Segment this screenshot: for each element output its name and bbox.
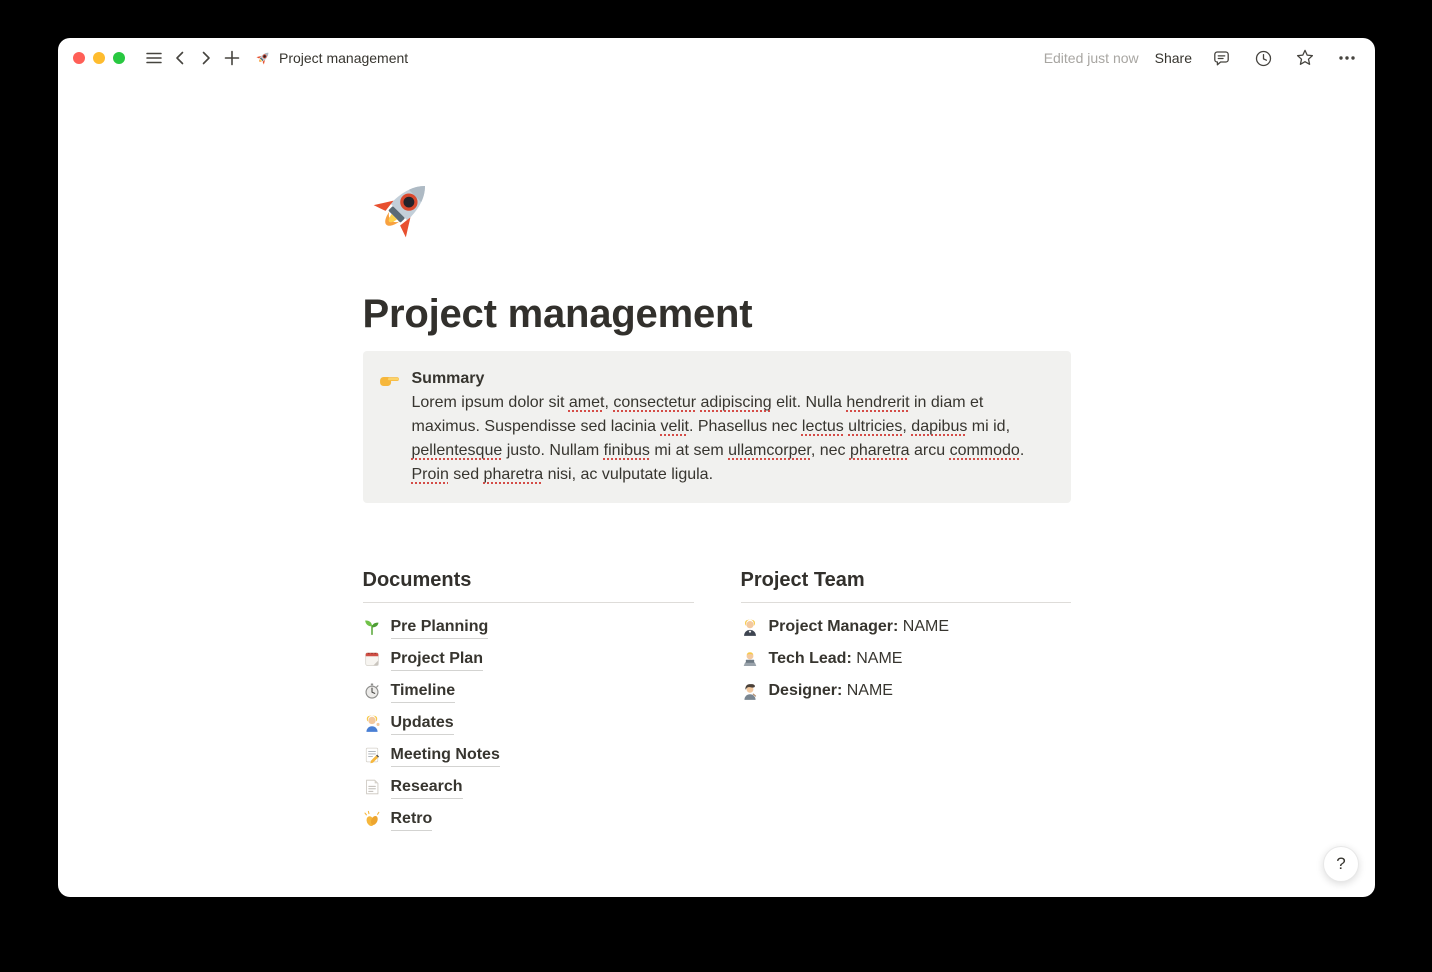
new-page-button[interactable]	[219, 45, 245, 71]
document-link[interactable]: Project Plan	[363, 643, 694, 675]
team-member-name: NAME	[903, 618, 949, 635]
page-content: Project management Summary Lorem ipsum d…	[363, 78, 1071, 835]
document-link-label: Retro	[391, 808, 433, 831]
team-member-row: Designer: NAME	[741, 675, 1071, 707]
misspelled-word: pellentesque	[412, 442, 503, 459]
chevron-left-icon	[171, 49, 189, 67]
clapping-hands-icon	[363, 810, 382, 828]
titlebar: Project management Edited just now Share	[58, 38, 1375, 78]
two-column-section: Documents Pre Planning Project Plan Time…	[363, 567, 1071, 835]
page-title[interactable]: Project management	[363, 292, 1071, 337]
chevron-right-icon	[197, 49, 215, 67]
woman-tipping-hand-icon	[363, 714, 382, 732]
share-button[interactable]: Share	[1155, 50, 1192, 66]
plus-icon	[223, 49, 241, 67]
team-member-role: Tech Lead:	[769, 650, 852, 667]
forward-button[interactable]	[193, 45, 219, 71]
memo-icon	[363, 746, 382, 764]
divider	[363, 602, 694, 603]
misspelled-word: ultricies	[848, 418, 902, 435]
document-link[interactable]: Pre Planning	[363, 611, 694, 643]
misspelled-word: pharetra	[484, 466, 544, 483]
hamburger-menu-icon	[145, 49, 163, 67]
document-link-label: Research	[391, 776, 463, 799]
team-member-text: Tech Lead: NAME	[769, 650, 903, 668]
misspelled-word: ullamcorper	[728, 442, 811, 459]
man-technologist-icon	[741, 650, 760, 668]
history-clock-icon	[1254, 49, 1273, 68]
misspelled-word: amet	[569, 394, 605, 411]
summary-callout[interactable]: Summary Lorem ipsum dolor sit amet, cons…	[363, 351, 1071, 503]
summary-heading: Summary	[412, 367, 1055, 391]
team-member-text: Designer: NAME	[769, 682, 893, 700]
documents-list: Pre Planning Project Plan Timeline Updat…	[363, 611, 694, 835]
misspelled-word: commodo	[950, 442, 1020, 459]
edited-status: Edited just now	[1044, 50, 1139, 66]
minimize-window-button[interactable]	[93, 52, 105, 64]
breadcrumb-page-title: Project management	[279, 50, 408, 66]
misspelled-word: Proin	[412, 466, 449, 483]
callout-body: Summary Lorem ipsum dolor sit amet, cons…	[412, 367, 1055, 487]
spiral-calendar-icon	[363, 650, 382, 668]
documents-heading: Documents	[363, 567, 694, 593]
comment-icon	[1212, 49, 1231, 68]
sidebar-toggle-button[interactable]	[141, 45, 167, 71]
team-member-text: Project Manager: NAME	[769, 618, 950, 636]
page-history-button[interactable]	[1250, 45, 1276, 71]
misspelled-word: dapibus	[911, 418, 967, 435]
help-button[interactable]: ?	[1323, 846, 1359, 882]
misspelled-word: consectetur	[613, 394, 696, 411]
document-link-label: Pre Planning	[391, 616, 489, 639]
close-window-button[interactable]	[73, 52, 85, 64]
titlebar-actions: Edited just now Share	[1044, 45, 1360, 71]
man-artist-icon	[741, 682, 760, 700]
app-window: Project management Edited just now Share	[58, 38, 1375, 897]
document-link[interactable]: Updates	[363, 707, 694, 739]
back-button[interactable]	[167, 45, 193, 71]
team-member-role: Designer:	[769, 682, 843, 699]
document-link[interactable]: Timeline	[363, 675, 694, 707]
breadcrumb[interactable]: Project management	[253, 49, 408, 67]
document-link[interactable]: Meeting Notes	[363, 739, 694, 771]
team-column: Project Team Project Manager: NAME Tech …	[741, 567, 1071, 835]
misspelled-word: adipiscing	[701, 394, 772, 411]
rocket-icon[interactable]	[363, 170, 441, 248]
misspelled-word: lectus	[802, 418, 844, 435]
traffic-lights	[73, 52, 125, 64]
divider	[741, 602, 1071, 603]
woman-office-worker-icon	[741, 618, 760, 636]
rocket-icon	[253, 49, 272, 67]
ellipsis-icon	[1337, 48, 1357, 68]
document-link-label: Project Plan	[391, 648, 483, 671]
stopwatch-icon	[363, 682, 382, 700]
bookmark-tabs-icon	[363, 778, 382, 796]
page-scroll-area: Project management Summary Lorem ipsum d…	[58, 78, 1375, 897]
document-link[interactable]: Research	[363, 771, 694, 803]
zoom-window-button[interactable]	[113, 52, 125, 64]
document-link[interactable]: Retro	[363, 803, 694, 835]
misspelled-word: pharetra	[850, 442, 910, 459]
team-member-name: NAME	[847, 682, 893, 699]
team-heading: Project Team	[741, 567, 1071, 593]
pointing-right-icon	[379, 367, 401, 487]
summary-paragraph: Lorem ipsum dolor sit amet, consectetur …	[412, 391, 1055, 487]
team-member-role: Project Manager:	[769, 618, 899, 635]
star-icon	[1295, 48, 1315, 68]
documents-column: Documents Pre Planning Project Plan Time…	[363, 567, 694, 835]
team-member-row: Project Manager: NAME	[741, 611, 1071, 643]
misspelled-word: hendrerit	[846, 394, 909, 411]
team-member-row: Tech Lead: NAME	[741, 643, 1071, 675]
misspelled-word: velit	[661, 418, 689, 435]
seedling-icon	[363, 618, 382, 636]
comments-button[interactable]	[1208, 45, 1234, 71]
team-member-name: NAME	[856, 650, 902, 667]
document-link-label: Meeting Notes	[391, 744, 500, 767]
misspelled-word: finibus	[604, 442, 650, 459]
favorite-button[interactable]	[1292, 45, 1318, 71]
team-list: Project Manager: NAME Tech Lead: NAME De…	[741, 611, 1071, 707]
document-link-label: Updates	[391, 712, 454, 735]
more-options-button[interactable]	[1334, 45, 1360, 71]
document-link-label: Timeline	[391, 680, 456, 703]
